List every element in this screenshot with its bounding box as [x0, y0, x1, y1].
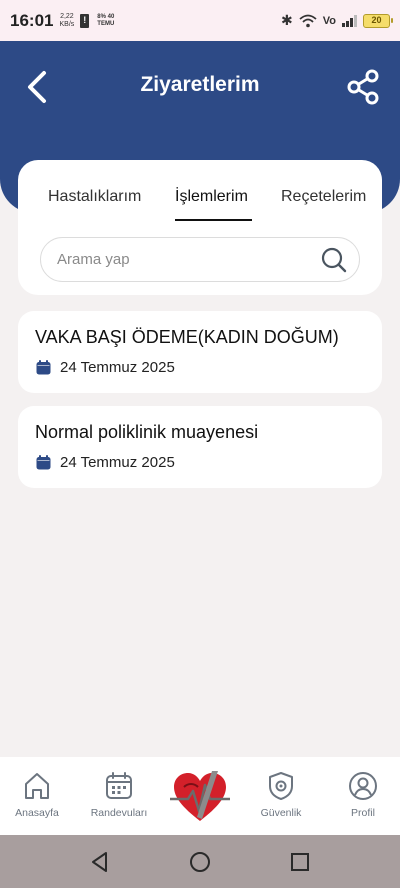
- battery-icon: 20: [363, 13, 393, 28]
- system-recents-icon[interactable]: [288, 850, 312, 874]
- network-speed: 2,22 KB/s: [59, 13, 74, 29]
- visit-card[interactable]: VAKA BAŞI ÖDEME(KADIN DOĞUM) 24 Temmuz 2…: [18, 311, 382, 393]
- bluetooth-icon: ✱: [281, 12, 293, 28]
- nav-guvenlik[interactable]: Güvenlik: [248, 757, 314, 835]
- visit-title: Normal poliklinik muayenesi: [35, 422, 259, 442]
- tab-recetelerim[interactable]: Reçetelerim: [281, 188, 366, 206]
- visit-date: 24 Temmuz 2025: [60, 454, 175, 471]
- home-icon: [25, 773, 49, 799]
- share-button[interactable]: [344, 67, 382, 107]
- nav-label: Güvenlik: [260, 807, 302, 819]
- nav-profil[interactable]: Profil: [336, 757, 390, 835]
- share-icon: [347, 69, 379, 105]
- status-bar: 16:01 2,22 KB/s 8% 40 TEMU ✱ Vo 20: [0, 0, 400, 41]
- page-title: Ziyaretlerim: [140, 73, 260, 96]
- tabs-card: Hastalıklarım İşlemlerim Reçetelerim: [18, 160, 382, 295]
- search-bar: [40, 237, 360, 282]
- system-navigation-bar: [0, 835, 400, 888]
- temu-notification-line2: TEMU: [97, 20, 115, 27]
- status-time: 16:01: [10, 10, 54, 30]
- system-home-icon[interactable]: [188, 850, 212, 874]
- tab-hastaliklarim[interactable]: Hastalıklarım: [48, 188, 141, 206]
- visit-date-row: 24 Temmuz 2025: [36, 454, 175, 471]
- wifi-icon: [299, 14, 317, 27]
- tab-islemlerim[interactable]: İşlemlerim: [175, 188, 248, 206]
- calendar-icon: [36, 455, 51, 470]
- network-speed-unit: KB/s: [59, 20, 75, 28]
- nav-center-logo[interactable]: [168, 765, 232, 829]
- calendar-icon: [106, 772, 132, 799]
- active-tab-indicator: [175, 219, 252, 221]
- temu-notification: 8% 40 TEMU: [97, 14, 114, 28]
- search-icon[interactable]: [321, 247, 347, 273]
- visit-card[interactable]: Normal poliklinik muayenesi 24 Temmuz 20…: [18, 406, 382, 488]
- bottom-nav: Anasayfa Randevuları Güvenlik Profil: [0, 757, 400, 835]
- volte-indicator: Vo: [322, 14, 336, 27]
- search-input[interactable]: [57, 238, 307, 281]
- visit-date-row: 24 Temmuz 2025: [36, 359, 175, 376]
- sim-alert-icon: [80, 13, 90, 28]
- signal-icon: [342, 14, 357, 27]
- system-back-icon[interactable]: [88, 850, 112, 874]
- nav-randevulari[interactable]: Randevuları: [84, 757, 154, 835]
- temu-notification-line1: 8% 40: [97, 13, 115, 20]
- visit-title: VAKA BAŞI ÖDEME(KADIN DOĞUM): [35, 327, 339, 347]
- user-icon: [349, 772, 377, 800]
- nav-anasayfa[interactable]: Anasayfa: [8, 757, 66, 835]
- nav-label: Anasayfa: [15, 807, 59, 819]
- calendar-icon: [36, 360, 51, 375]
- nav-label: Profil: [351, 807, 375, 819]
- heart-logo-icon: [170, 771, 230, 821]
- network-speed-value: 2,22: [60, 12, 74, 20]
- nav-label: Randevuları: [90, 807, 148, 819]
- visit-date: 24 Temmuz 2025: [60, 359, 175, 376]
- shield-gear-icon: [269, 772, 293, 800]
